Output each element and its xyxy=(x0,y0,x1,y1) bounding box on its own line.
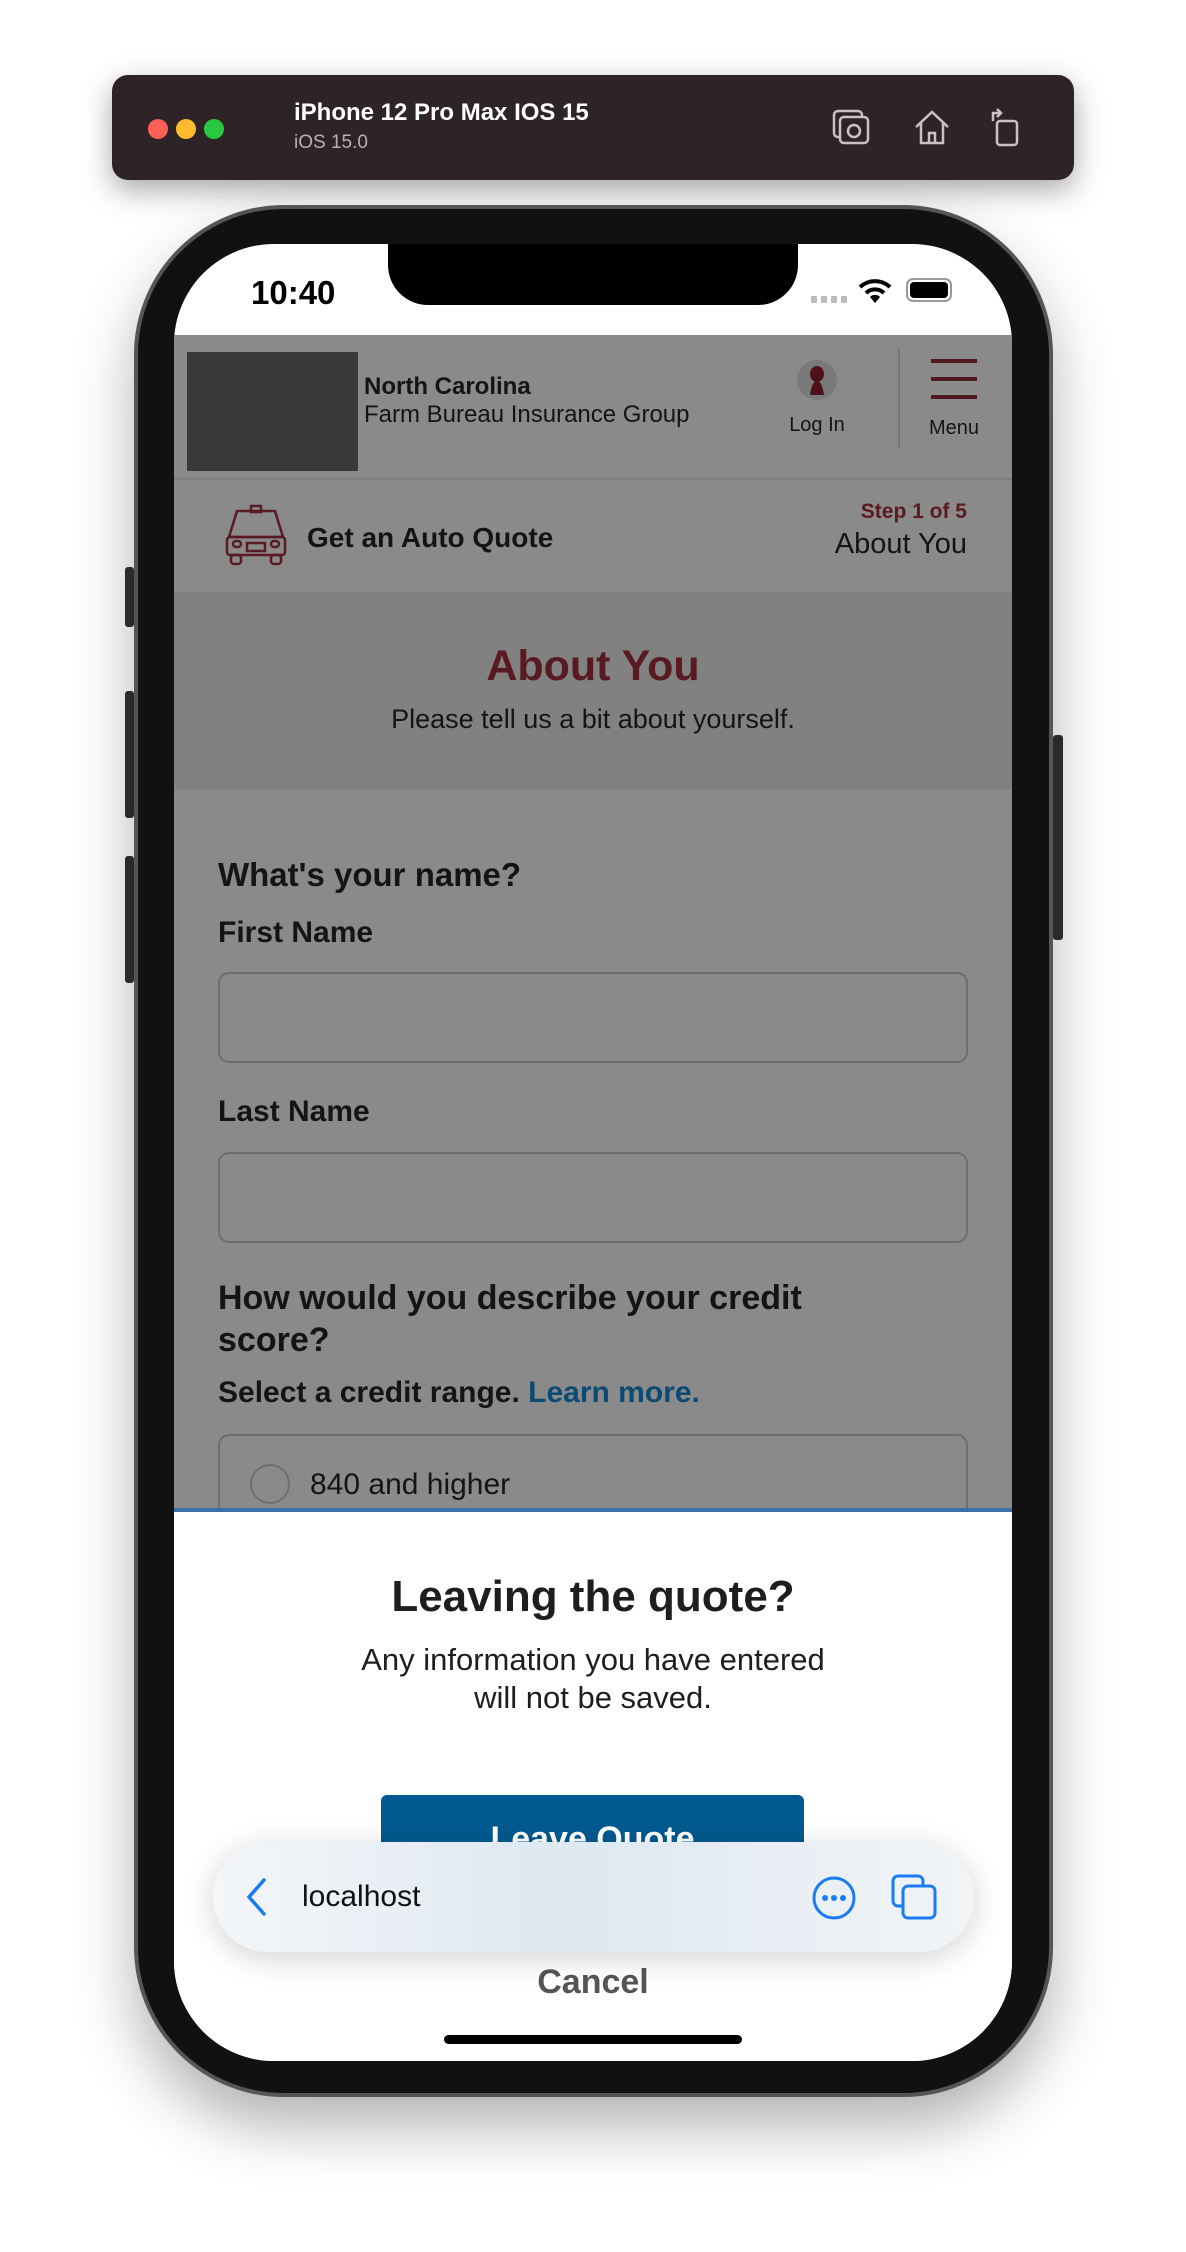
login-button[interactable]: Log In xyxy=(786,359,848,437)
power-button xyxy=(1053,735,1063,940)
learn-more-link[interactable]: Learn more. xyxy=(528,1376,700,1409)
login-label: Log In xyxy=(789,414,845,436)
name-question: What's your name? xyxy=(218,856,522,893)
volume-up-button xyxy=(125,691,134,818)
zoom-window-button[interactable] xyxy=(204,119,224,139)
site-header: North Carolina Farm Bureau Insurance Gro… xyxy=(174,335,1012,478)
section-subtitle: Please tell us a bit about yourself. xyxy=(391,704,795,734)
volume-down-button xyxy=(125,856,134,983)
simulator-subtitle: iOS 15.0 xyxy=(294,132,368,153)
rotate-icon[interactable] xyxy=(985,105,1029,149)
home-indicator xyxy=(444,2035,742,2044)
leave-quote-dialog: Leaving the quote? Any information you h… xyxy=(174,1508,1012,2061)
menu-button[interactable]: Menu xyxy=(919,357,989,440)
last-name-input[interactable] xyxy=(218,1152,968,1243)
dialog-body-line1: Any information you have entered xyxy=(361,1642,825,1677)
quote-progress-bar: Get an Auto Quote Step 1 of 5 About You xyxy=(174,478,1012,592)
credit-question-line1: How would you describe your credit xyxy=(218,1279,802,1317)
logo[interactable] xyxy=(187,352,358,471)
car-icon xyxy=(225,504,287,566)
battery-icon xyxy=(906,278,952,302)
step-indicator: Step 1 of 5 xyxy=(860,500,967,523)
screenshot-icon[interactable] xyxy=(830,105,874,149)
safari-address-bar[interactable]: localhost xyxy=(213,1842,974,1952)
dialog-title: Leaving the quote? xyxy=(391,1572,795,1621)
credit-prompt: Select a credit range. xyxy=(218,1376,520,1409)
last-name-label: Last Name xyxy=(218,1095,370,1128)
url-text[interactable]: localhost xyxy=(302,1880,420,1914)
cancel-button[interactable]: Cancel xyxy=(174,1962,1012,2002)
first-name-label: First Name xyxy=(218,916,374,949)
close-window-button[interactable] xyxy=(148,119,168,139)
dialog-body-line2: will not be saved. xyxy=(474,1680,712,1715)
simulator-toolbar: iPhone 12 Pro Max IOS 15 iOS 15.0 xyxy=(112,75,1074,180)
credit-question-line2: score? xyxy=(218,1321,330,1359)
credit-option-label: 840 and higher xyxy=(310,1468,511,1501)
brand-line2: Farm Bureau Insurance Group xyxy=(364,401,690,428)
phone-screen: 10:40 North Carolina Farm Bureau Insuran… xyxy=(174,244,1012,2061)
cellular-signal-icon xyxy=(811,296,847,303)
wifi-icon xyxy=(858,279,892,303)
radio-button[interactable] xyxy=(250,1464,290,1504)
first-name-input[interactable] xyxy=(218,972,968,1063)
tabs-icon[interactable] xyxy=(889,1872,939,1922)
brand-line1: North Carolina xyxy=(364,373,531,400)
back-chevron-icon[interactable] xyxy=(245,1877,267,1917)
simulator-title: iPhone 12 Pro Max IOS 15 xyxy=(294,99,589,126)
menu-label: Menu xyxy=(928,417,980,439)
minimize-window-button[interactable] xyxy=(176,119,196,139)
more-options-icon[interactable] xyxy=(811,1875,857,1921)
step-name: About You xyxy=(834,528,967,560)
notch xyxy=(388,244,798,305)
quote-title: Get an Auto Quote xyxy=(307,522,554,553)
user-icon xyxy=(797,360,837,400)
hamburger-icon xyxy=(931,359,977,399)
section-intro: About You Please tell us a bit about you… xyxy=(174,592,1012,790)
mute-switch xyxy=(125,567,134,627)
status-time: 10:40 xyxy=(251,274,336,311)
header-divider xyxy=(898,348,900,448)
home-icon[interactable] xyxy=(910,105,954,149)
section-title: About You xyxy=(486,642,700,690)
